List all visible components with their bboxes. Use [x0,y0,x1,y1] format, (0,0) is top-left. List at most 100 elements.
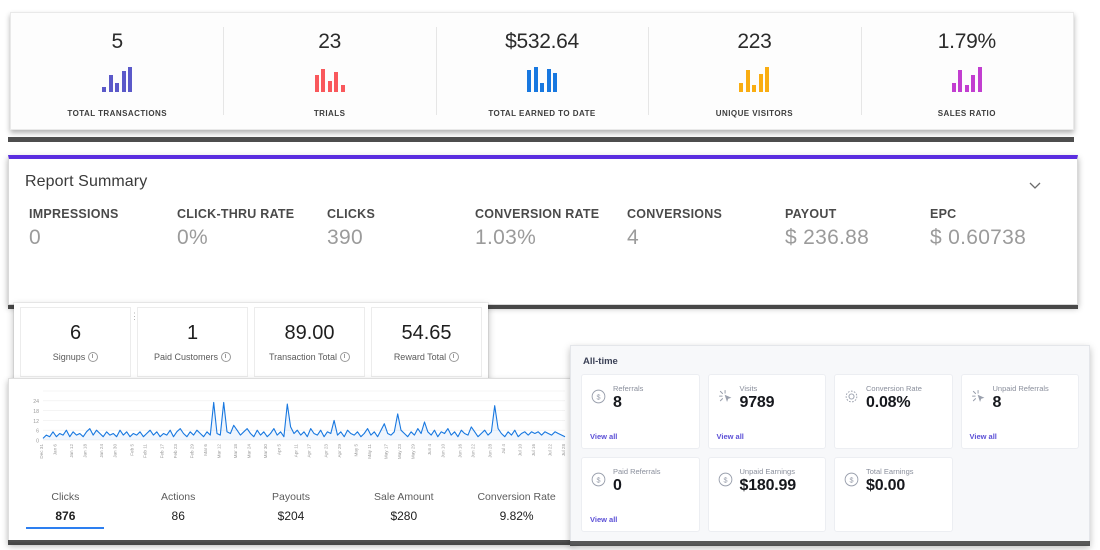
all-time-card-label: Paid Referrals [613,467,661,476]
svg-text:$: $ [723,476,727,485]
all-time-card-placeholder [961,457,1079,532]
report-metric-value: 4 [627,226,639,249]
svg-text:May 29: May 29 [410,444,415,460]
metric-tabs: Clicks 876 Actions 86 Payouts $204 Sale Amount… [9,487,573,537]
svg-text:Feb 11: Feb 11 [143,444,148,458]
all-time-card-value: 0.08% [866,394,911,412]
all-time-card-head: Unpaid Referrals 8 [970,384,1071,412]
svg-text:Mar 12: Mar 12 [216,444,221,459]
kpi-label: UNIQUE VISITORS [715,108,794,118]
all-time-card-head: Visits 9789 [717,384,818,411]
mini-stat-label-text: Reward Total [393,351,447,362]
svg-text:12: 12 [33,419,39,425]
svg-text:24: 24 [33,399,39,405]
svg-text:Mar 24: Mar 24 [247,444,252,459]
svg-text:Jun 10: Jun 10 [441,444,446,458]
clicks-line-chart: 0 6 12 18 24 Dec 31 Jan 6 Jan 12 Jan 18 Jan 24 Jan… [33,390,566,460]
report-metric: PAYOUT $ 236.88 [785,207,930,250]
svg-text:Mar 6: Mar 6 [203,444,208,456]
dollar-circle-icon: $ [590,388,607,405]
report-metric: CLICK-THRU RATE 0% [177,207,327,250]
kpi-value: 5 [111,29,124,53]
all-time-card-label: Total Earnings [866,467,914,476]
report-metric-label: EPC [930,207,957,221]
svg-text:Jan 12: Jan 12 [69,444,74,458]
info-icon[interactable] [449,351,460,362]
kpi-bar-sparkline [314,66,345,92]
metric-tab-label: Conversion Rate [477,491,556,503]
svg-text:May 23: May 23 [397,444,402,460]
all-time-card-body: Total Earnings $0.00 [866,467,914,495]
dollar-circle-icon: $ [590,471,607,488]
metric-tab-conversion-rate[interactable]: Conversion Rate 9.82% [460,487,573,537]
kpi-value: 223 [737,29,772,53]
info-icon[interactable] [221,351,232,362]
all-time-card-body: Referrals 8 [613,384,644,411]
all-time-card-value: $180.99 [739,477,797,495]
view-all-link[interactable]: View all [590,515,617,524]
svg-text:Jan 18: Jan 18 [83,444,88,458]
cursor-click-icon [717,388,734,405]
svg-text:Jul 10: Jul 10 [518,444,523,457]
report-metric-label: CLICK-THRU RATE [177,207,295,221]
svg-text:Jul 22: Jul 22 [548,444,553,457]
metric-tab-label: Clicks [51,491,80,503]
report-metric-label: CONVERSIONS [627,207,723,221]
metric-tab-label: Payouts [272,491,310,503]
metric-tab-payouts[interactable]: Payouts $204 [235,487,348,537]
svg-text:$: $ [849,476,853,485]
metric-tab-value: $280 [390,509,418,523]
svg-text:Apr 17: Apr 17 [307,444,312,458]
timeseries-card: 0 6 12 18 24 Dec 31 Jan 6 Jan 12 Jan 18 Jan 24 Jan… [8,378,574,543]
all-time-card-value: 8 [992,394,1002,412]
kpi-card: 23 TRIALS [223,13,435,129]
all-time-card-value: $0.00 [866,477,906,495]
svg-text:Apr 23: Apr 23 [323,444,328,458]
mini-stat-label: Signups [53,351,99,362]
panel-divider-shadow [570,541,1090,546]
kpi-bar-sparkline [527,66,558,92]
dollar-circle-icon: $ [717,471,734,488]
view-all-link[interactable]: View all [970,432,997,441]
panel-divider-shadow [8,540,574,545]
kpi-bar-sparkline [951,66,982,92]
kpi-label: TOTAL EARNED TO DATE [488,108,596,118]
chevron-down-icon[interactable] [1027,177,1043,193]
mini-stat-value: 89.00 [284,321,335,344]
all-time-card-head: Conversion Rate 0.08% [843,384,944,412]
metric-tab-actions[interactable]: Actions 86 [122,487,235,537]
svg-text:18: 18 [33,409,39,415]
all-time-card-label: Unpaid Earnings [739,467,795,476]
info-icon[interactable] [88,351,99,362]
all-time-row: $ Referrals 8 View all Visits 9789 View all Con… [581,374,1079,449]
report-metric-value: 1.03% [475,226,537,249]
report-summary-title: Report Summary [25,173,148,190]
metric-tab-label: Sale Amount [374,491,434,503]
report-metric-value: 0% [177,226,208,249]
mini-stat-label-text: Paid Customers [153,351,219,362]
all-time-card: $ Paid Referrals 0 View all [581,457,700,532]
svg-text:Jul 16: Jul 16 [531,444,536,457]
report-metric-label: CLICKS [327,207,376,221]
svg-text:Jun 28: Jun 28 [487,444,492,458]
metric-tab-value: 876 [55,509,76,523]
report-metric-label: IMPRESSIONS [29,207,119,221]
info-icon[interactable] [340,351,351,362]
mini-stat-value: 54.65 [401,321,452,344]
report-metric: CONVERSION RATE 1.03% [475,207,627,250]
all-time-card-label: Unpaid Referrals [992,384,1049,393]
kpi-card: 223 UNIQUE VISITORS [648,13,860,129]
all-time-card-label: Referrals [613,384,644,393]
kpi-bar-sparkline [102,66,133,92]
all-time-card-body: Visits 9789 [740,384,775,411]
mini-stat-card: 89.00 Transaction Total [254,307,365,377]
svg-text:Apr 5: Apr 5 [277,444,282,455]
view-all-link[interactable]: View all [717,432,744,441]
metric-tab-clicks[interactable]: Clicks 876 [9,487,122,537]
kpi-bar-sparkline [739,66,770,92]
mini-stat-card: 54.65 Reward Total [371,307,482,377]
metric-tab-sale-amount[interactable]: Sale Amount $280 [347,487,460,537]
svg-text:Jan 30: Jan 30 [113,444,118,458]
svg-text:Feb 23: Feb 23 [173,444,178,459]
view-all-link[interactable]: View all [590,432,617,441]
